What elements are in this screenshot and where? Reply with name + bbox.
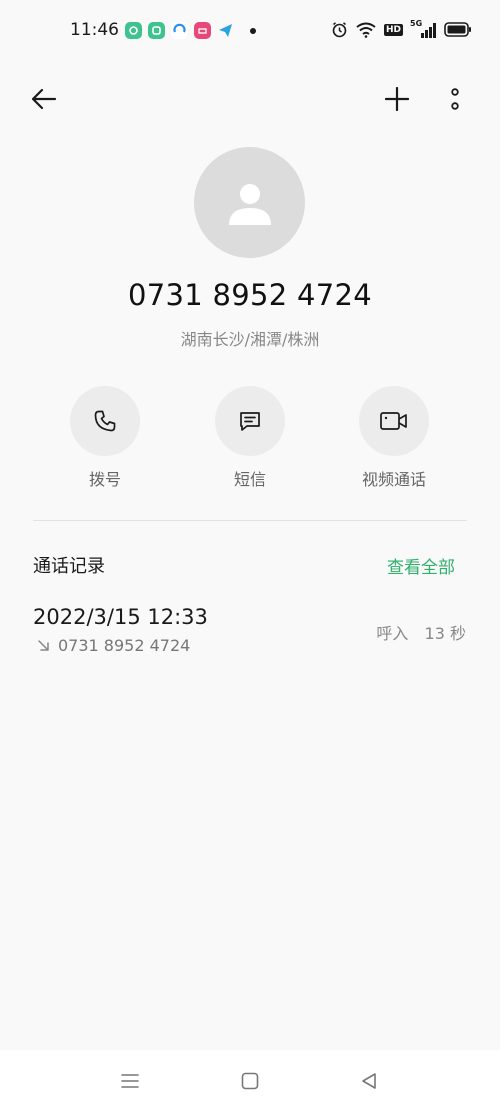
contact-avatar [194, 147, 305, 258]
call-entry-number: 0731 8952 4724 [58, 636, 191, 655]
call-type: 呼入 [376, 624, 409, 643]
video-call-action[interactable]: 视频通话 [339, 386, 449, 490]
more-vertical-icon [451, 88, 459, 110]
triangle-back-icon [362, 1073, 376, 1089]
network-type: 5G [410, 18, 423, 28]
more-options-button[interactable] [440, 82, 470, 116]
app-notification-icon [171, 22, 188, 39]
status-bar: 11:46 HD 5G [0, 0, 500, 62]
person-icon [228, 183, 271, 225]
signal-icon: 5G [410, 18, 436, 38]
sms-button[interactable] [215, 386, 285, 456]
view-all-link[interactable]: 查看全部 [387, 553, 455, 578]
telegram-icon [217, 22, 234, 39]
plus-icon [385, 87, 409, 111]
arrow-left-icon [31, 88, 57, 110]
app-notification-icon [194, 22, 211, 39]
back-nav-button[interactable] [356, 1068, 382, 1094]
app-notification-icon [125, 22, 142, 39]
app-notification-icon [148, 22, 165, 39]
call-date: 2022/3/15 12:33 [33, 605, 208, 629]
phone-icon [94, 410, 116, 432]
call-action[interactable]: 拨号 [50, 386, 160, 490]
call-meta: 呼入 13 秒 [376, 620, 466, 644]
call-label: 拨号 [88, 470, 121, 489]
call-duration: 13 秒 [424, 624, 466, 643]
add-contact-button[interactable] [380, 82, 414, 116]
hd-badge: HD [383, 23, 403, 36]
video-camera-icon [380, 412, 407, 430]
status-indicators: HD 5G [331, 18, 472, 38]
video-call-button[interactable] [359, 386, 429, 456]
sms-action[interactable]: 短信 [195, 386, 305, 490]
back-button[interactable] [27, 82, 61, 116]
square-icon [241, 1072, 259, 1090]
contact-location: 湖南长沙/湘潭/株洲 [180, 330, 320, 349]
recent-apps-button[interactable] [117, 1068, 143, 1094]
alarm-icon [332, 22, 347, 38]
menu-lines-icon [121, 1074, 139, 1088]
navigation-bar [0, 1050, 500, 1111]
home-button[interactable] [237, 1068, 263, 1094]
battery-icon [444, 22, 471, 37]
notification-icons [125, 22, 256, 39]
call-sub-line: 0731 8952 4724 [37, 636, 190, 655]
wifi-icon [356, 22, 376, 38]
status-time: 11:46 [70, 20, 119, 40]
video-call-label: 视频通话 [361, 470, 426, 489]
message-icon [240, 412, 260, 431]
call-history-title: 通话记录 [33, 556, 105, 577]
call-button[interactable] [70, 386, 140, 456]
sms-label: 短信 [233, 470, 266, 489]
incoming-call-arrow-icon [38, 640, 49, 651]
more-notifications-dot [250, 27, 256, 34]
section-divider [33, 520, 467, 521]
contact-number: 0731 8952 4724 [127, 278, 373, 312]
